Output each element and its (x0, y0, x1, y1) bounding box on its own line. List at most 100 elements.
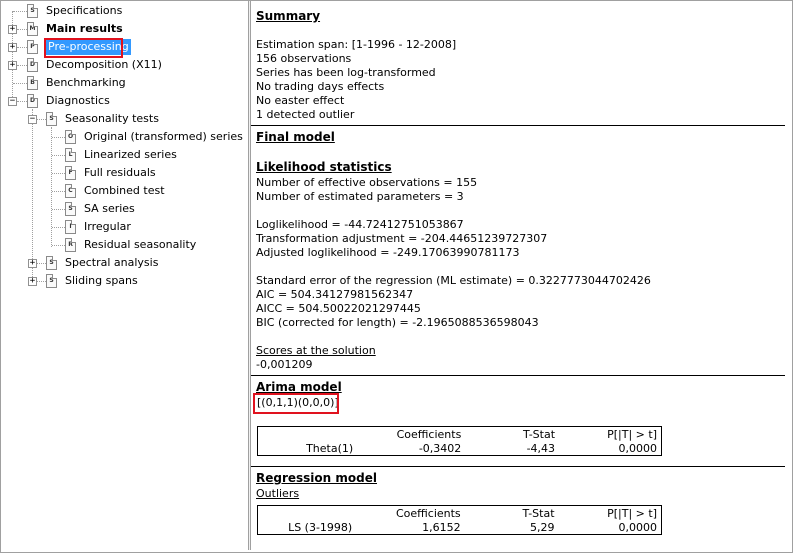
tree-item-label: Sliding spans (65, 274, 138, 287)
table-cell: -0,3402 (418, 441, 462, 455)
tree-item-label: Original (transformed) series (84, 130, 243, 143)
tree-item-residual-seasonality[interactable]: R Residual seasonality (1, 236, 246, 254)
likelihood-line: Loglikelihood = -44.72412751053867 (256, 218, 464, 231)
outliers-subtitle: Outliers (256, 487, 300, 500)
table-header (258, 427, 358, 442)
navigation-tree: S Specifications + M Main results + P Pr… (1, 1, 248, 550)
tree-item-irregular[interactable]: I Irregular (1, 218, 246, 236)
table-header: T-Stat (522, 506, 555, 520)
results-document: Summary Estimation span: [1-1996 - 12-20… (251, 1, 791, 550)
tree-item-benchmarking[interactable]: B Benchmarking (1, 74, 246, 92)
tree-item-label: SA series (84, 202, 135, 215)
document-icon: S (46, 274, 57, 288)
tree-item-decomposition[interactable]: + D Decomposition (X11) (1, 56, 246, 74)
document-icon: B (27, 76, 38, 90)
tree-item-label: Irregular (84, 220, 131, 233)
expand-icon[interactable]: + (8, 43, 17, 52)
table-header-row: Coefficients T-Stat P[|T| > t] (258, 427, 662, 442)
likelihood-line: AICC = 504.50022021297445 (256, 302, 421, 315)
table-header (258, 506, 357, 521)
tree-item-label: Linearized series (84, 148, 177, 161)
table-cell: 0,0000 (618, 441, 658, 455)
table-header: P[|T| > t] (607, 427, 657, 441)
summary-line: 156 observations (256, 52, 352, 65)
document-icon: S (46, 256, 57, 270)
tree-item-label: Main results (46, 22, 123, 35)
tree-item-label: Seasonality tests (65, 112, 159, 125)
table-header: P[|T| > t] (607, 506, 657, 520)
tree-item-label: Diagnostics (46, 94, 110, 107)
tree-item-linearized-series[interactable]: L Linearized series (1, 146, 246, 164)
tree-item-sliding-spans[interactable]: + S Sliding spans (1, 272, 246, 290)
tree-item-original-series[interactable]: O Original (transformed) series (1, 128, 246, 146)
tree-item-label: Decomposition (X11) (46, 58, 162, 71)
summary-line: No easter effect (256, 94, 345, 107)
summary-line: Estimation span: [1-1996 - 12-2008] (256, 38, 457, 51)
document-icon: D (27, 94, 38, 108)
table-header: T-Stat (523, 427, 556, 441)
summary-line: 1 detected outlier (256, 108, 355, 121)
table-cell: 5,29 (530, 520, 555, 534)
tree-item-full-residuals[interactable]: F Full residuals (1, 164, 246, 182)
tree-item-label: Full residuals (84, 166, 156, 179)
expand-icon[interactable]: + (28, 277, 37, 286)
summary-title: Summary (256, 9, 321, 23)
likelihood-title: Likelihood statistics (256, 160, 392, 174)
tree-item-label: Spectral analysis (65, 256, 159, 269)
regression-coefficients-table: Coefficients T-Stat P[|T| > t] LS (3-199… (257, 505, 662, 535)
final-model-title: Final model (256, 130, 335, 144)
tree-item-label: Specifications (46, 4, 123, 17)
table-cell: 1,6152 (422, 520, 461, 534)
table-cell: -4,43 (526, 441, 556, 455)
tree-item-seasonality-tests[interactable]: − S Seasonality tests (1, 110, 246, 128)
likelihood-line: Number of effective observations = 155 (256, 176, 478, 189)
highlight-box (44, 38, 123, 58)
tree-item-label: Residual seasonality (84, 238, 197, 251)
document-icon: I (65, 220, 76, 234)
likelihood-line: BIC (corrected for length) = -2.19650885… (256, 316, 539, 329)
expand-icon[interactable]: + (8, 25, 17, 34)
document-icon: S (65, 202, 76, 216)
table-cell: Theta(1) (306, 441, 354, 455)
document-icon: L (65, 148, 76, 162)
table-row: LS (3-1998) 1,6152 5,29 0,0000 (258, 520, 662, 535)
tree-item-spectral-analysis[interactable]: + S Spectral analysis (1, 254, 246, 272)
document-icon: O (65, 130, 76, 144)
tree-item-specifications[interactable]: S Specifications (1, 2, 246, 20)
likelihood-line: Adjusted loglikelihood = -249.1706399078… (256, 246, 520, 259)
tree-item-diagnostics[interactable]: − D Diagnostics (1, 92, 246, 110)
document-icon: D (27, 58, 38, 72)
document-icon: M (27, 22, 38, 36)
tree-item-pre-processing[interactable]: + P Pre-processing (1, 38, 246, 56)
document-icon: C (65, 184, 76, 198)
table-row: Theta(1) -0,3402 -4,43 0,0000 (258, 441, 662, 456)
collapse-icon[interactable]: − (8, 97, 17, 106)
table-cell: 0,0000 (618, 520, 658, 534)
likelihood-line: AIC = 504.34127981562347 (256, 288, 414, 301)
arima-coefficients-table: Coefficients T-Stat P[|T| > t] Theta(1) … (257, 426, 662, 456)
expand-icon[interactable]: + (28, 259, 37, 268)
summary-line: Series has been log-transformed (256, 66, 436, 79)
expand-icon[interactable]: + (8, 61, 17, 70)
tree-item-label: Benchmarking (46, 76, 126, 89)
tree-item-sa-series[interactable]: S SA series (1, 200, 246, 218)
collapse-icon[interactable]: − (28, 115, 37, 124)
table-header: Coefficients (395, 506, 461, 520)
scores-value: -0,001209 (256, 358, 313, 371)
regression-title: Regression model (256, 471, 377, 485)
tree-item-combined-test[interactable]: C Combined test (1, 182, 246, 200)
document-icon: S (27, 4, 38, 18)
scores-title: Scores at the solution (256, 344, 376, 357)
document-icon: R (65, 238, 76, 252)
section-divider (251, 375, 785, 376)
tree-item-main-results[interactable]: + M Main results (1, 20, 246, 38)
table-header: Coefficients (396, 427, 462, 441)
document-icon: S (46, 112, 57, 126)
tree-item-label: Combined test (84, 184, 165, 197)
document-icon: F (65, 166, 76, 180)
table-cell: LS (3-1998) (288, 520, 353, 534)
table-header-row: Coefficients T-Stat P[|T| > t] (258, 506, 662, 521)
arima-title: Arima model (256, 380, 342, 394)
likelihood-line: Transformation adjustment = -204.4465123… (256, 232, 548, 245)
likelihood-line: Number of estimated parameters = 3 (256, 190, 464, 203)
